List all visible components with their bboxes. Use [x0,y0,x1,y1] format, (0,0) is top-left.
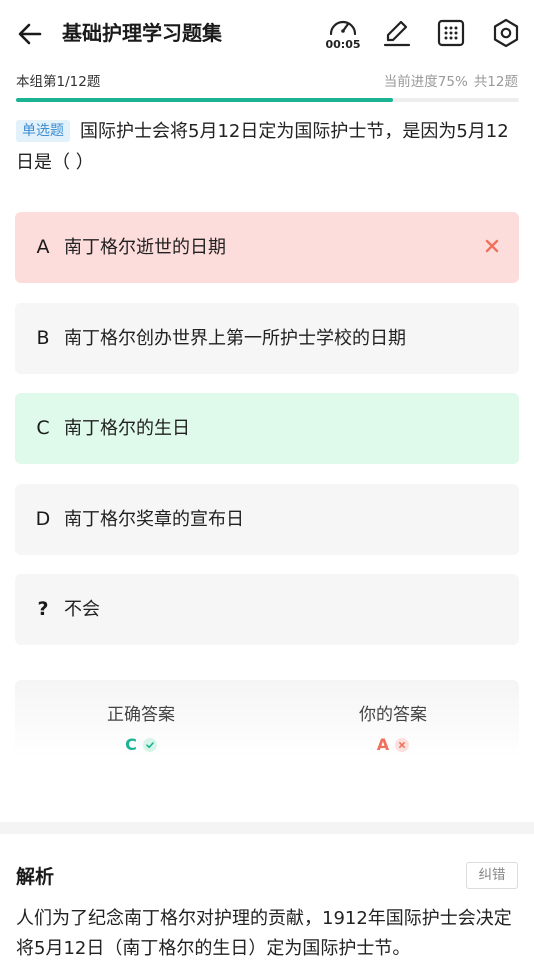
section-divider [0,822,534,834]
option-text: 不会 [64,599,100,620]
question-type-badge: 单选题 [16,120,70,142]
top-bar: 基础护理学习题集 00:05 [0,0,534,66]
current-progress-label: 当前进度75% [383,74,468,90]
option-c[interactable]: C 南丁格尔的生日 [15,393,519,464]
edit-button[interactable] [380,16,414,50]
option-letter: B [36,327,50,349]
option-letter: D [35,508,51,530]
question-text: 国际护士会将5月12日定为国际护士节，是因为5月12日是（ ） [16,121,509,173]
grid-icon [437,19,465,47]
option-letter: ? [37,598,49,620]
correct-answer-label: 正确答案 [107,705,175,725]
analysis-text: 人们为了纪念南丁格尔对护理的贡献，1912年国际护士会决定将5月12日（南丁格尔… [16,908,512,959]
option-d[interactable]: D 南丁格尔奖章的宣布日 [15,484,519,555]
progress-bar-fill [16,98,394,102]
cross-circle-icon [395,737,410,752]
total-count-label: 共12题 [473,74,518,90]
your-answer-value: A [376,735,390,754]
option-b[interactable]: B 南丁格尔创办世界上第一所护士学校的日期 [15,303,519,374]
speedometer-icon [329,20,357,36]
arrow-left-icon [18,23,42,45]
settings-button[interactable] [489,16,523,50]
progress-summary: 当前进度75% 共12题 [378,70,518,90]
question: 单选题 国际护士会将5月12日定为国际护士节，是因为5月12日是（ ） [16,116,521,178]
your-answer: 你的答案 A [267,680,519,760]
back-button[interactable] [14,18,46,50]
report-error-button[interactable]: 纠错 [466,862,518,889]
option-a[interactable]: A 南丁格尔逝世的日期 [15,212,519,283]
correct-answer-value: C [125,735,137,754]
your-answer-row: A [267,734,519,754]
settings-hexagon-icon [493,18,519,48]
answer-sheet-button[interactable] [434,16,468,50]
analysis-title: 解析 [16,866,55,888]
group-progress-label: 本组第1/12题 [16,74,101,90]
check-circle-icon [142,737,157,752]
page-title: 基础护理学习题集 [62,21,222,45]
your-answer-label: 你的答案 [359,705,427,725]
timer-value: 00:05 [325,38,361,51]
option-letter: C [36,417,50,439]
correct-answer-row: C [15,734,267,754]
progress-bar [16,98,519,102]
option-text: 南丁格尔奖章的宣布日 [64,509,244,530]
answer-summary: 正确答案 C 你的答案 A [15,680,519,760]
option-dont-know[interactable]: ? 不会 [15,574,519,645]
option-text: 南丁格尔创办世界上第一所护士学校的日期 [64,328,406,349]
wrong-mark-icon [485,239,499,253]
option-text: 南丁格尔的生日 [64,418,190,439]
timer-button[interactable]: 00:05 [324,14,362,54]
pencil-icon [383,20,411,47]
option-text: 南丁格尔逝世的日期 [64,237,226,258]
option-letter: A [36,236,50,258]
correct-answer: 正确答案 C [15,680,267,760]
